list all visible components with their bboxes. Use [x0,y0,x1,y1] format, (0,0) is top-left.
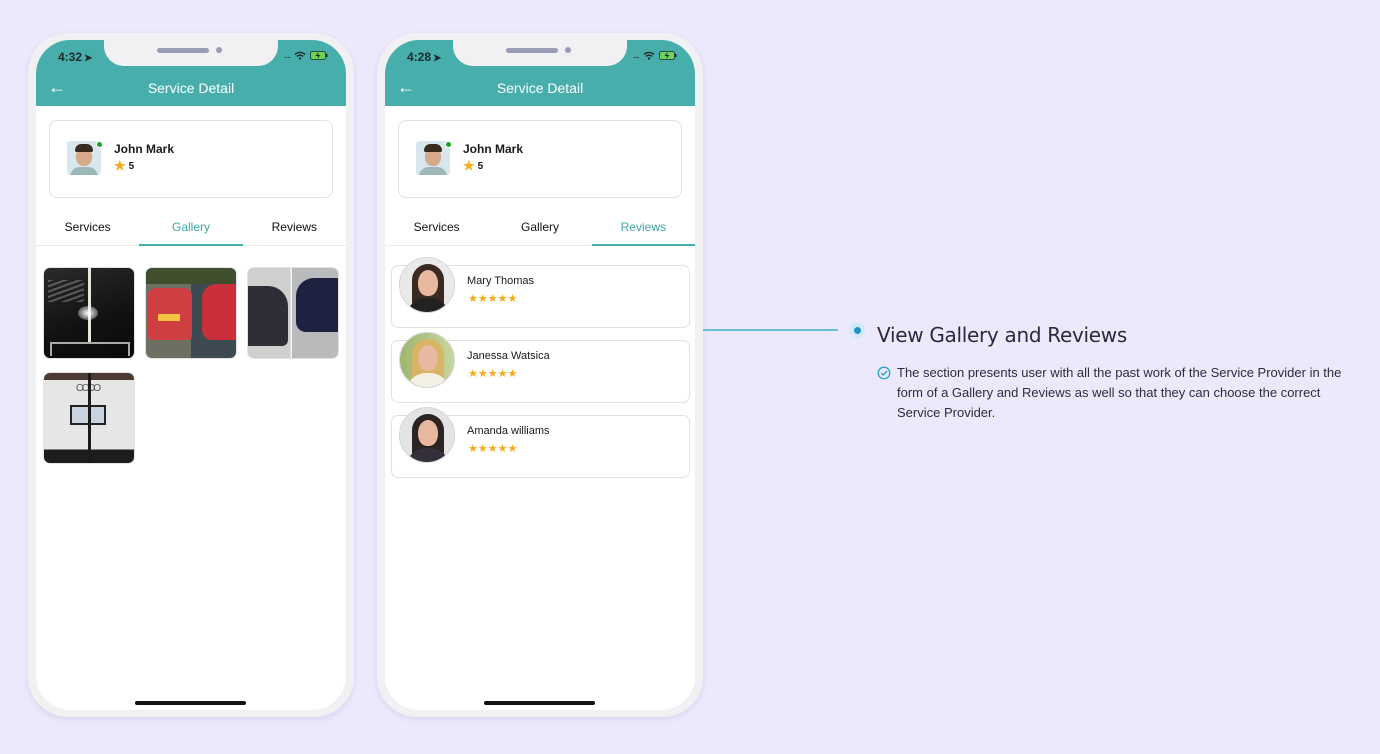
status-icons: .... [633,50,677,60]
review-stars: ★★★★★ [468,293,518,305]
tab-bar: Services Gallery Reviews [385,212,695,246]
star-icon: ★ [114,158,126,173]
review-item[interactable]: Mary Thomas ★★★★★ [391,257,690,328]
phone-reviews: 4:28 ➤ .... ← Service Detail John Mark ★ … [377,33,703,717]
phone-screen: 4:28 ➤ .... ← Service Detail John Mark ★ … [385,40,695,710]
page-title: Service Detail [147,80,235,96]
status-time: 4:32 ➤ [58,50,93,64]
phone-gallery: 4:32 ➤ .... ← Service Detail John Mark ★ … [28,33,354,717]
provider-rating: ★ 5 [114,158,135,173]
app-header: 4:28 ➤ .... ← Service Detail [385,40,695,106]
provider-name: John Mark [114,142,175,156]
app-header: 4:32 ➤ .... ← Service Detail [36,40,346,106]
notch [104,40,278,66]
signal-icon: .... [283,50,291,60]
online-status-dot [445,141,452,148]
review-item[interactable]: Janessa Watsica ★★★★★ [391,332,690,403]
signal-icon: .... [632,50,640,60]
feature-title: View Gallery and Reviews [877,323,1127,347]
location-arrow-icon: ➤ [84,53,93,64]
provider-rating: ★ 5 [463,158,484,173]
speaker [157,48,209,53]
reviews-list: Mary Thomas ★★★★★ Janessa Watsica ★★★★★ [391,257,690,490]
feature-description: The section presents user with all the p… [897,365,1342,420]
callout-bullet-icon [849,322,865,338]
home-indicator [135,701,246,705]
reviewer-name: Janessa Watsica [467,350,550,362]
status-icons: .... [284,50,328,60]
provider-name: John Mark [463,142,524,156]
wifi-icon [643,51,655,60]
check-circle-icon [877,366,891,380]
location-arrow-icon: ➤ [433,53,442,64]
reviewer-name: Amanda williams [467,425,550,437]
online-status-dot [96,141,103,148]
reviewer-name: Mary Thomas [467,275,535,287]
battery-charging-icon [659,50,677,60]
callout-connector-line [703,329,838,331]
gallery-image[interactable]: OOOO [43,372,135,464]
rating-value: 5 [128,160,135,172]
wifi-icon [294,51,306,60]
reviewer-avatar [399,332,455,388]
phone-screen: 4:32 ➤ .... ← Service Detail John Mark ★ … [36,40,346,710]
star-icon: ★ [463,158,475,173]
tab-reviews[interactable]: Reviews [243,212,346,245]
tab-gallery[interactable]: Gallery [139,212,243,246]
reviewer-avatar [399,257,455,313]
tab-services[interactable]: Services [385,212,488,245]
tab-gallery[interactable]: Gallery [488,212,591,245]
review-stars: ★★★★★ [468,368,518,380]
tab-reviews[interactable]: Reviews [591,212,695,246]
gallery-image[interactable] [145,267,237,359]
reviewer-avatar [399,407,455,463]
tab-services[interactable]: Services [36,212,139,245]
battery-charging-icon [310,50,328,60]
review-stars: ★★★★★ [468,443,518,455]
speaker [506,48,558,53]
gallery-grid: OOOO [43,267,339,464]
provider-card[interactable]: John Mark ★ 5 [398,120,682,198]
status-time: 4:28 ➤ [407,50,442,64]
home-indicator [484,701,595,705]
provider-card[interactable]: John Mark ★ 5 [49,120,333,198]
notch [453,40,627,66]
gallery-image[interactable] [43,267,135,359]
gallery-image[interactable] [247,267,339,359]
page-title: Service Detail [496,80,584,96]
camera [565,47,571,53]
camera [216,47,222,53]
rating-value: 5 [477,160,484,172]
tab-bar: Services Gallery Reviews [36,212,346,246]
review-item[interactable]: Amanda williams ★★★★★ [391,407,690,478]
